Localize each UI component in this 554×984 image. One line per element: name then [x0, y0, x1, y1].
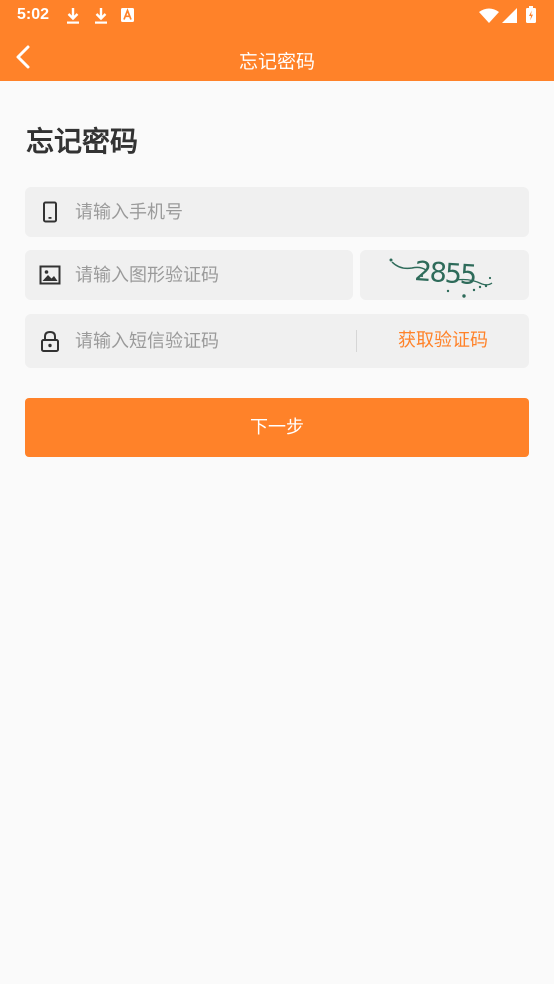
sms-code-field: 获取验证码	[25, 314, 529, 368]
lock-icon	[41, 330, 59, 352]
get-code-button[interactable]: 获取验证码	[357, 314, 529, 368]
next-step-button[interactable]: 下一步	[25, 398, 529, 457]
battery-charging-icon	[526, 6, 536, 23]
captcha-image[interactable]: 2855	[360, 250, 529, 300]
captcha-graphic: 2855	[389, 256, 493, 298]
sms-code-input[interactable]	[75, 314, 345, 368]
download-icon	[67, 8, 79, 24]
phone-input[interactable]	[75, 187, 515, 237]
image-icon	[39, 265, 61, 285]
signal-icon	[502, 8, 517, 23]
download-icon	[95, 8, 107, 24]
image-code-input[interactable]	[75, 250, 345, 300]
phone-field	[25, 187, 529, 237]
image-code-field	[25, 250, 353, 300]
status-time: 5:02	[17, 6, 50, 23]
page-heading: 忘记密码	[26, 125, 139, 158]
captcha-text: 2855	[414, 256, 477, 291]
app-bar: 忘记密码	[0, 32, 554, 81]
status-bar: 5:02	[0, 0, 554, 32]
phone-icon	[43, 201, 57, 223]
app-bar-title: 忘记密码	[238, 51, 315, 73]
text-notification-icon	[121, 8, 134, 22]
wifi-icon	[479, 8, 499, 23]
